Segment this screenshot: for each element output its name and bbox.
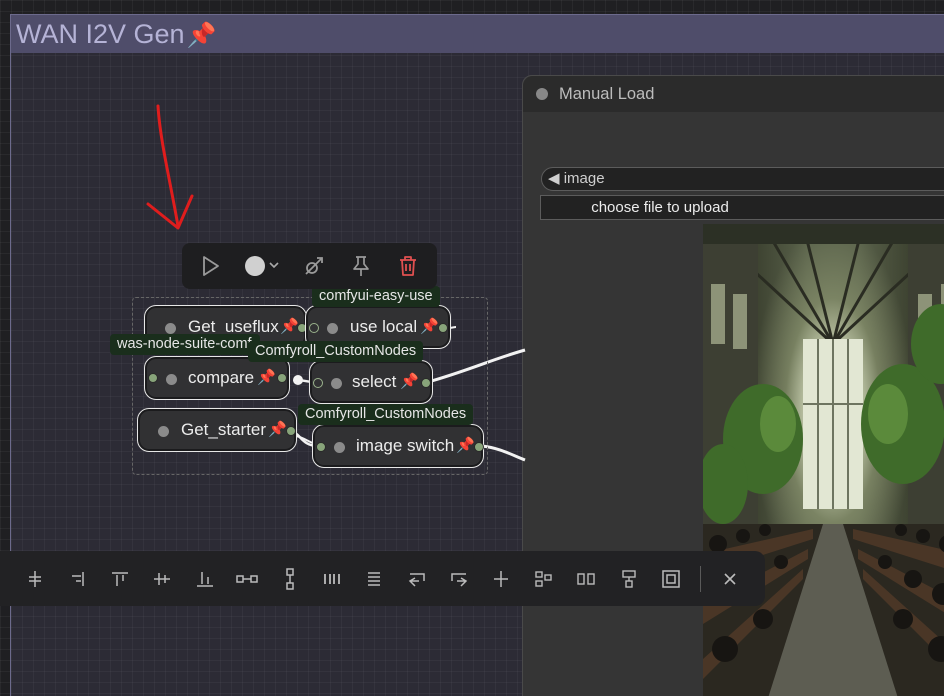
- pushpin-icon: 📌: [420, 318, 439, 335]
- group-title-text: WAN I2V Gen: [16, 19, 185, 49]
- arrange-right-button[interactable]: [438, 558, 480, 600]
- node-collapse-dot[interactable]: [331, 378, 342, 389]
- node-selection-toolbar: [182, 243, 437, 289]
- side-by-side-button[interactable]: [565, 558, 607, 600]
- align-left-icon: [29, 570, 42, 587]
- align-right-icon: [71, 571, 84, 586]
- input-slot[interactable]: [309, 323, 319, 333]
- run-button[interactable]: [194, 249, 228, 283]
- frame-button[interactable]: [650, 558, 692, 600]
- pin-icon: [353, 256, 369, 276]
- chevron-down-icon: [269, 262, 279, 269]
- stack-button[interactable]: [607, 558, 649, 600]
- group-tree-button[interactable]: [523, 558, 565, 600]
- distribute-horizontal-button[interactable]: [226, 558, 268, 600]
- frame-icon: [662, 569, 680, 588]
- pushpin-icon: 📌: [400, 373, 419, 390]
- image-preview: [703, 224, 944, 696]
- node-collapse-dot[interactable]: [166, 374, 177, 385]
- align-left-button[interactable]: [14, 558, 56, 600]
- align-top-icon: [111, 571, 128, 586]
- close-icon: [724, 572, 737, 585]
- side-by-side-icon: [577, 572, 595, 585]
- distribute-vertical-icon: [285, 567, 294, 590]
- output-slot[interactable]: [421, 378, 431, 388]
- group-title: WAN I2V Gen📌: [16, 17, 216, 53]
- distribute-vertical-button[interactable]: [268, 558, 310, 600]
- node-title: use local: [350, 317, 418, 336]
- collapse-dot-icon[interactable]: [536, 88, 548, 100]
- pushpin-icon: 📌: [257, 369, 276, 386]
- color-circle-icon: [244, 256, 279, 276]
- pushpin-icon: 📌: [186, 22, 217, 49]
- output-slot[interactable]: [438, 323, 448, 333]
- node-select[interactable]: select 📌: [309, 360, 433, 404]
- node-title: select: [352, 372, 397, 391]
- pushpin-icon: 📌: [268, 421, 287, 438]
- output-slot[interactable]: [286, 426, 296, 436]
- source-badge: was-node-suite-comf: [110, 334, 260, 355]
- bypass-icon: [305, 257, 324, 275]
- node-collapse-dot[interactable]: [334, 442, 345, 453]
- node-title: compare: [188, 368, 255, 387]
- color-picker-button[interactable]: [241, 249, 285, 283]
- pushpin-icon: 📌: [456, 437, 475, 454]
- align-bottom-icon: [196, 571, 213, 587]
- play-icon: [203, 256, 220, 276]
- upload-button-label: choose file to upload: [591, 199, 729, 216]
- toolbar-divider: [700, 565, 702, 592]
- delete-button[interactable]: [391, 249, 425, 283]
- bypass-button[interactable]: [297, 249, 331, 283]
- alignment-toolbar: [0, 551, 765, 606]
- group-tree-icon: [535, 570, 552, 587]
- distribute-horizontal-icon: [236, 574, 258, 583]
- node-collapse-dot[interactable]: [327, 323, 338, 334]
- group-header[interactable]: WAN I2V Gen📌: [11, 15, 944, 53]
- node-collapse-dot[interactable]: [158, 426, 169, 437]
- manual-load-title: Manual Load: [559, 85, 655, 103]
- align-top-button[interactable]: [99, 558, 141, 600]
- arrange-right-icon: [451, 572, 468, 587]
- rows-icon: [368, 571, 381, 586]
- annotation-arrow: [146, 104, 194, 230]
- image-combo[interactable]: ◀ image: [541, 167, 944, 191]
- node-get-starter[interactable]: Get_starter 📌: [137, 408, 297, 452]
- upload-button[interactable]: choose file to upload: [540, 195, 944, 220]
- columns-icon: [324, 573, 340, 584]
- node-compare[interactable]: compare 📌: [144, 356, 290, 400]
- arrange-left-button[interactable]: [396, 558, 438, 600]
- factory-classroom-picture: [703, 224, 944, 696]
- node-collapse-dot[interactable]: [165, 323, 176, 334]
- manual-load-header[interactable]: Manual Load: [523, 76, 944, 112]
- pin-button[interactable]: [344, 249, 378, 283]
- input-slot[interactable]: [148, 373, 158, 383]
- input-slot[interactable]: [316, 442, 326, 452]
- center-cross-icon: [494, 570, 509, 587]
- align-right-button[interactable]: [56, 558, 98, 600]
- align-center-horizontal-icon: [154, 572, 171, 585]
- input-slot[interactable]: [313, 378, 323, 388]
- node-title: Get_starter: [181, 420, 267, 439]
- node-title: image switch: [356, 436, 455, 455]
- output-slot[interactable]: [474, 442, 484, 452]
- close-toolbar-button[interactable]: [709, 558, 751, 600]
- source-badge: Comfyroll_CustomNodes: [248, 341, 424, 362]
- trash-icon: [399, 256, 416, 276]
- rows-button[interactable]: [353, 558, 395, 600]
- center-cross-button[interactable]: [480, 558, 522, 600]
- columns-button[interactable]: [311, 558, 353, 600]
- output-slot[interactable]: [277, 373, 287, 383]
- node-image-switch[interactable]: image switch 📌: [312, 424, 484, 468]
- align-bottom-button[interactable]: [184, 558, 226, 600]
- arrange-left-icon: [408, 572, 425, 587]
- source-badge: Comfyroll_CustomNodes: [298, 404, 474, 425]
- align-center-horizontal-button[interactable]: [141, 558, 183, 600]
- stack-icon: [621, 569, 636, 588]
- pushpin-icon: 📌: [280, 318, 299, 335]
- source-badge: comfyui-easy-use: [312, 286, 440, 307]
